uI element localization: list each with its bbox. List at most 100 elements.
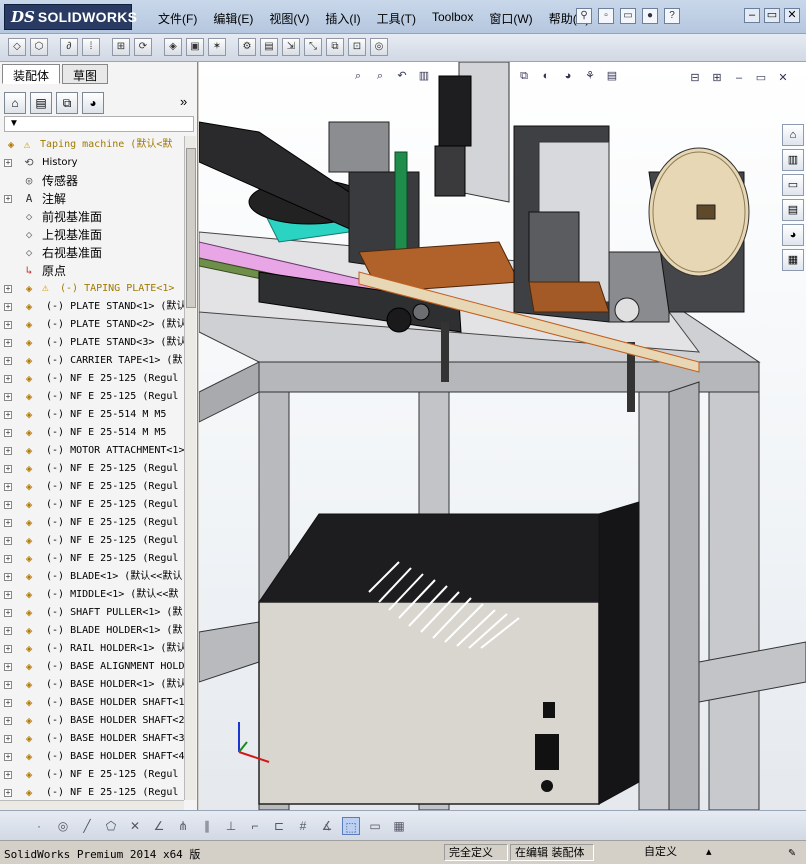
hole-alignment-icon[interactable]: ◎ <box>370 38 388 56</box>
expand-icon[interactable]: + <box>4 681 12 689</box>
status-units[interactable]: 自定义 <box>640 844 700 861</box>
assembly-features-icon[interactable]: ▣ <box>186 38 204 56</box>
corner-icon[interactable]: ⌐ <box>246 817 264 835</box>
design-library-icon[interactable]: ▥ <box>782 149 804 171</box>
expand-icon[interactable]: + <box>4 735 12 743</box>
scene-icon[interactable]: ⚘ <box>581 68 599 84</box>
tree-item-component[interactable]: + ◈ (-) PLATE STAND<1> (默认 <box>0 298 184 316</box>
zoom-to-area-icon[interactable]: ⌕ <box>371 68 389 84</box>
restore-icon[interactable]: ▭ <box>764 8 780 23</box>
tree-item-component[interactable]: + ◈ (-) NF E 25-125 (Regul <box>0 478 184 496</box>
3d-view-icon[interactable]: ⬚ <box>342 817 360 835</box>
configuration-manager-icon[interactable]: ⧉ <box>56 92 78 114</box>
pin-icon[interactable]: ⚲ <box>576 8 592 24</box>
expand-icon[interactable]: + <box>4 411 12 419</box>
menu-view[interactable]: 视图(V) <box>261 10 317 27</box>
expand-icon[interactable]: + <box>4 501 12 509</box>
clearance-verification-icon[interactable]: ⊡ <box>348 38 366 56</box>
expand-icon[interactable]: + <box>4 609 12 617</box>
tree-item-component[interactable]: + ◈ (-) BASE HOLDER SHAFT<3 <box>0 730 184 748</box>
tree-item-component[interactable]: + ◈ (-) NF E 25-125 (Regul <box>0 514 184 532</box>
tree-item-component[interactable]: + ◈ (-) BASE HOLDER<1> (默认 <box>0 676 184 694</box>
menu-window[interactable]: 窗口(W) <box>481 10 540 27</box>
expand-icon[interactable]: + <box>4 321 12 329</box>
tree-item-component[interactable]: + ◈ (-) NF E 25-514 M M5 <box>0 406 184 424</box>
graphics-area[interactable]: ⌕ ⌕ ↶ ▥ ⧉ ◐ ◕ ⚘ ▤ ⊟ ⊞ – ▭ ✕ ⌂ ▥ ▭ ▤ ◕ ▦ <box>199 62 806 810</box>
dimension-icon[interactable]: ⊏ <box>270 817 288 835</box>
interference-detection-icon[interactable]: ⧉ <box>326 38 344 56</box>
menu-tools[interactable]: 工具(T) <box>369 10 424 27</box>
expand-icon[interactable]: + <box>4 375 12 383</box>
line-icon[interactable]: ╱ <box>78 817 96 835</box>
tree-item-component[interactable]: + ◈ ⚠ (-) TAPING PLATE<1> <box>0 280 184 298</box>
mate-icon[interactable]: ⬡ <box>30 38 48 56</box>
section-view-icon[interactable]: ▥ <box>415 68 433 84</box>
expand-icon[interactable]: + <box>4 717 12 725</box>
window-icon[interactable]: ▭ <box>366 817 384 835</box>
file-explorer-icon[interactable]: ▭ <box>782 174 804 196</box>
show-hidden-icon[interactable]: ◈ <box>164 38 182 56</box>
angle-icon[interactable]: ∠ <box>150 817 168 835</box>
tab-sketch[interactable]: 草图 <box>62 64 109 84</box>
tree-vertical-scrollbar[interactable] <box>184 136 196 800</box>
taping-machine-model[interactable] <box>199 62 806 810</box>
tree-item-component[interactable]: + ◈ (-) NF E 25-125 (Regul <box>0 532 184 550</box>
perpendicular-icon[interactable]: ⊥ <box>222 817 240 835</box>
tree-item-component[interactable]: + ◈ (-) PLATE STAND<2> (默认 <box>0 316 184 334</box>
tree-item-history[interactable]: + ⟲ History <box>0 154 184 172</box>
tree-item-component[interactable]: + ◈ (-) NF E 25-125 (Regul <box>0 388 184 406</box>
bill-of-materials-icon[interactable]: ▤ <box>260 38 278 56</box>
expand-icon[interactable]: + <box>4 483 12 491</box>
mirror-icon[interactable]: ⋔ <box>174 817 192 835</box>
menu-file[interactable]: 文件(F) <box>150 10 205 27</box>
traffic-light-icon[interactable]: ● <box>642 8 658 24</box>
minimize-icon[interactable]: – <box>744 8 760 23</box>
tree-item-component[interactable]: + ◈ (-) SHAFT PULLER<1> (默 <box>0 604 184 622</box>
expand-icon[interactable]: + <box>4 537 12 545</box>
paperclip-icon[interactable]: ∂ <box>60 38 78 56</box>
display-manager-icon[interactable]: ◕ <box>82 92 104 114</box>
expand-icon[interactable]: + <box>4 429 12 437</box>
expand-icon[interactable]: + <box>4 393 12 401</box>
display-style-icon[interactable]: ◐ <box>537 68 555 84</box>
expand-icon[interactable]: + <box>4 771 12 779</box>
help-icon[interactable]: ✎ <box>784 845 800 861</box>
reference-geometry-icon[interactable]: ✶ <box>208 38 226 56</box>
tree-item-component[interactable]: + ◈ (-) NF E 25-514 M M5 <box>0 424 184 442</box>
property-manager-icon[interactable]: ▤ <box>30 92 52 114</box>
tree-filter[interactable]: ▼ <box>4 116 194 132</box>
tree-horizontal-scrollbar[interactable] <box>0 800 184 810</box>
previous-view-icon[interactable]: ↶ <box>393 68 411 84</box>
expand-icon[interactable]: + <box>4 465 12 473</box>
linear-pattern-icon[interactable]: ⁞ <box>82 38 100 56</box>
menu-toolbox[interactable]: Toolbox <box>424 10 481 27</box>
exploded-view-icon[interactable]: ⇲ <box>282 38 300 56</box>
insert-component-icon[interactable]: ◇ <box>8 38 26 56</box>
move-component-icon[interactable]: ⟳ <box>134 38 152 56</box>
tree-item-component[interactable]: + ◈ (-) RAIL HOLDER<1> (默认 <box>0 640 184 658</box>
snap-angle-icon[interactable]: ∡ <box>318 817 336 835</box>
view-palette-icon[interactable]: ▤ <box>782 199 804 221</box>
close-icon[interactable]: ✕ <box>784 8 800 23</box>
expand-icon[interactable]: + <box>4 789 12 797</box>
expand-icon[interactable]: + <box>4 591 12 599</box>
scrollbar-thumb[interactable] <box>186 148 196 308</box>
tree-item-component[interactable]: + ◈ (-) MOTOR ATTACHMENT<1> <box>0 442 184 460</box>
expand-icon[interactable]: + <box>4 339 12 347</box>
tree-item-front-plane[interactable]: ◇ 前视基准面 <box>0 208 184 226</box>
home-icon[interactable]: ⌂ <box>782 124 804 146</box>
expand-icon[interactable]: + <box>4 519 12 527</box>
tree-item-component[interactable]: + ◈ (-) NF E 25-125 (Regul <box>0 370 184 388</box>
expand-icon[interactable]: + <box>4 555 12 563</box>
help-icon[interactable]: ? <box>664 8 680 24</box>
circle-icon[interactable]: ◎ <box>54 817 72 835</box>
tree-item-component[interactable]: + ◈ (-) PLATE STAND<3> (默认 <box>0 334 184 352</box>
expand-icon[interactable]: + <box>4 303 12 311</box>
appearance-icon[interactable]: ◕ <box>559 68 577 84</box>
tree-item-component[interactable]: + ◈ (-) BASE HOLDER SHAFT<4 <box>0 748 184 766</box>
tree-item-annotations[interactable]: + A 注解 <box>0 190 184 208</box>
tree-item-right-plane[interactable]: ◇ 右视基准面 <box>0 244 184 262</box>
new-motion-study-icon[interactable]: ⚙ <box>238 38 256 56</box>
tree-item-component[interactable]: + ◈ (-) BLADE<1> (默认<<默认 <box>0 568 184 586</box>
expand-icon[interactable]: + <box>4 663 12 671</box>
